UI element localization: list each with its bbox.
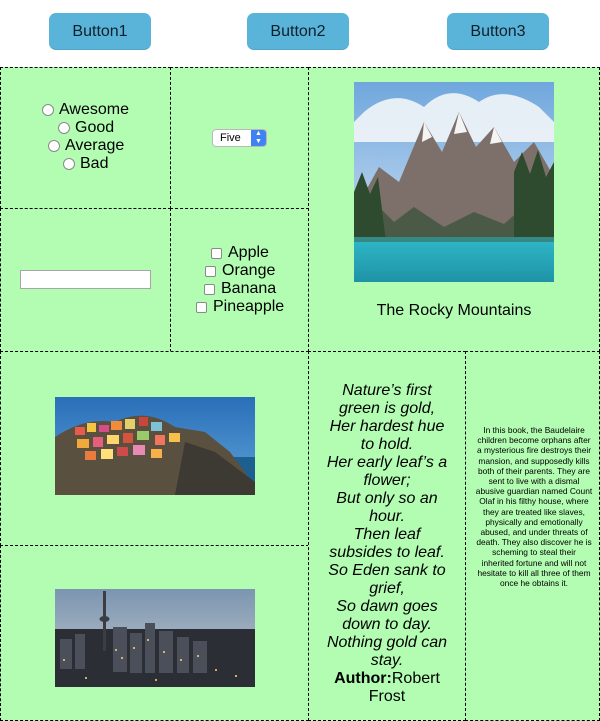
button3[interactable]: Button3 <box>447 13 549 50</box>
book-description: In this book, the Baudelaire children be… <box>475 425 593 589</box>
poem-line: Nothing gold can <box>326 634 448 651</box>
poem-line: green is gold, <box>338 400 436 417</box>
author-label: Author: <box>334 670 392 687</box>
mountain-lake-image <box>354 82 554 282</box>
poem-line: Nature’s first <box>342 382 432 399</box>
checkbox-label: Banana <box>221 280 277 297</box>
radio-label: Bad <box>80 155 109 172</box>
coastal-village-image <box>55 397 255 495</box>
select-value: Five <box>220 132 241 144</box>
checkbox-label: Pineapple <box>213 298 285 315</box>
checkbox-orange[interactable]: Orange <box>205 262 275 280</box>
checkbox-banana[interactable]: Banana <box>204 280 276 298</box>
poem-line: flower; <box>363 472 411 489</box>
poem-line: Her early leaf’s a <box>326 454 448 471</box>
poem-line: hour. <box>369 508 405 525</box>
checkbox-label: Orange <box>222 262 276 279</box>
radio-circle[interactable] <box>58 122 70 134</box>
city-skyline-image <box>55 589 255 687</box>
poem-line: stay. <box>370 652 404 669</box>
poem: Nature’s first green is gold, Her hardes… <box>310 382 464 706</box>
poem-line: to hold. <box>360 436 414 453</box>
poem-line: down to day. <box>342 616 432 633</box>
author-last-name: Frost <box>368 688 406 705</box>
poem-line: But only so an <box>336 490 438 507</box>
radio-good[interactable]: Good <box>58 119 114 137</box>
checkbox-box[interactable] <box>205 265 216 277</box>
radio-circle[interactable] <box>48 140 60 152</box>
radio-bad[interactable]: Bad <box>63 155 108 173</box>
button2[interactable]: Button2 <box>247 13 349 50</box>
poem-line: subsides to leaf. <box>329 544 445 561</box>
author-first-name: Robert <box>391 670 440 687</box>
checkbox-label: Apple <box>228 244 269 261</box>
poem-line: grief, <box>369 580 405 597</box>
chevron-updown-icon: ▲ ▼ <box>251 130 266 146</box>
radio-awesome[interactable]: Awesome <box>42 101 129 119</box>
button1[interactable]: Button1 <box>49 13 151 50</box>
checkbox-pineapple[interactable]: Pineapple <box>196 298 284 316</box>
text-input[interactable] <box>20 270 151 289</box>
radio-average[interactable]: Average <box>48 137 124 155</box>
radio-label: Average <box>65 137 125 154</box>
radio-circle[interactable] <box>42 104 54 116</box>
poem-line: Then leaf <box>353 526 421 543</box>
radio-label: Awesome <box>59 101 129 118</box>
checkbox-box[interactable] <box>196 301 207 313</box>
mountain-caption: The Rocky Mountains <box>376 302 532 319</box>
checkbox-box[interactable] <box>211 247 222 259</box>
poem-author: Author:Robert <box>310 670 464 688</box>
number-select[interactable]: Five ▲ ▼ <box>212 129 267 147</box>
radio-label: Good <box>75 119 115 136</box>
checkbox-box[interactable] <box>204 283 215 295</box>
poem-line: So Eden sank to <box>328 562 446 579</box>
radio-circle[interactable] <box>63 158 75 170</box>
poem-line: Her hardest hue <box>329 418 445 435</box>
checkbox-apple[interactable]: Apple <box>211 244 269 262</box>
poem-line: So dawn goes <box>336 598 438 615</box>
